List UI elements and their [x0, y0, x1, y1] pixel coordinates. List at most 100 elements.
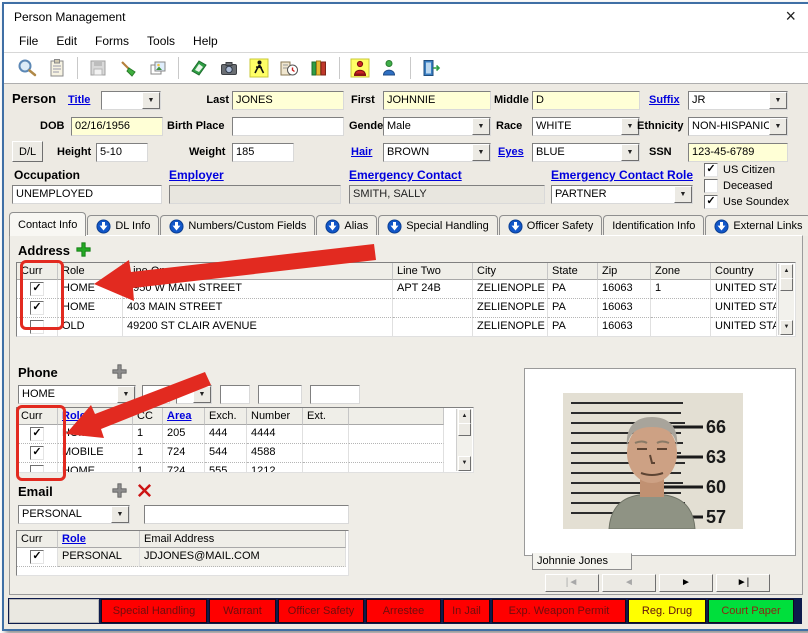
employer-field[interactable]: [169, 185, 341, 204]
table-cell[interactable]: 16063: [598, 280, 651, 299]
table-cell[interactable]: [651, 299, 711, 318]
suffix-select[interactable]: JR▼: [688, 91, 788, 110]
table-cell[interactable]: 3950 W MAIN STREET: [123, 280, 393, 299]
hair-select[interactable]: BROWN▼: [383, 143, 491, 162]
last-name-field[interactable]: JONES: [232, 91, 344, 110]
table-cell[interactable]: ZELIENOPLE: [473, 318, 548, 337]
table-cell[interactable]: [393, 318, 473, 337]
chevron-down-icon[interactable]: ▼: [117, 386, 135, 403]
row-checkbox[interactable]: ✓: [30, 282, 44, 296]
column-header-ext-[interactable]: Ext.: [303, 408, 349, 425]
emergency-contact-role-select[interactable]: PARTNER▼: [551, 185, 693, 204]
chevron-down-icon[interactable]: ▼: [621, 144, 639, 161]
tab-alias[interactable]: Alias: [316, 215, 377, 236]
employer-link[interactable]: Employer: [169, 168, 224, 182]
column-header-link[interactable]: Role: [62, 410, 86, 422]
column-header-curr[interactable]: Curr: [17, 531, 58, 548]
dob-field[interactable]: 02/16/1956: [71, 117, 163, 136]
pedestrian-icon[interactable]: [247, 56, 271, 80]
table-cell[interactable]: HOME: [58, 299, 123, 318]
table-cell[interactable]: 403 MAIN STREET: [123, 299, 393, 318]
phone-scrollbar[interactable]: ▲ ▼: [456, 409, 472, 471]
column-header-country[interactable]: Country: [711, 263, 777, 280]
tab-external-links[interactable]: External Links: [705, 215, 808, 236]
hair-link[interactable]: Hair: [351, 146, 372, 158]
dl-button[interactable]: D/L: [12, 141, 43, 162]
status-exp-weapon-permit[interactable]: Exp. Weapon Permit: [492, 599, 626, 623]
checkbox[interactable]: ✓: [704, 195, 718, 209]
column-header-link[interactable]: Area: [167, 410, 191, 422]
books-icon[interactable]: [307, 56, 331, 80]
column-header-role[interactable]: Role: [58, 263, 123, 280]
table-cell[interactable]: 724: [163, 444, 205, 463]
eyes-select[interactable]: BLUE▼: [532, 143, 640, 162]
birth-place-field[interactable]: [232, 117, 344, 136]
tab-special-handling[interactable]: Special Handling: [378, 215, 498, 236]
scroll-up-icon[interactable]: ▲: [458, 409, 471, 424]
table-cell[interactable]: APT 24B: [393, 280, 473, 299]
table-cell[interactable]: HOME: [58, 280, 123, 299]
tab-numbers-custom-fields[interactable]: Numbers/Custom Fields: [160, 215, 315, 236]
table-cell[interactable]: [303, 444, 349, 463]
booking-icon[interactable]: [348, 56, 372, 80]
row-checkbox[interactable]: ✓: [30, 446, 44, 460]
column-header-area[interactable]: Area: [163, 408, 205, 425]
table-cell[interactable]: MOBILE: [58, 444, 133, 463]
scroll-up-icon[interactable]: ▲: [780, 264, 793, 279]
table-cell[interactable]: 205: [163, 425, 205, 444]
report-icon[interactable]: [187, 56, 211, 80]
delete-email-button[interactable]: [136, 482, 153, 499]
menu-help[interactable]: Help: [184, 32, 227, 50]
column-header-zone[interactable]: Zone: [651, 263, 711, 280]
table-cell[interactable]: HOME: [58, 425, 133, 444]
table-cell[interactable]: UNITED STATES: [711, 299, 777, 318]
height-field[interactable]: 5-10: [96, 143, 148, 162]
column-header-curr[interactable]: Curr: [17, 263, 58, 280]
table-cell[interactable]: 16063: [598, 299, 651, 318]
photo-caption-tab[interactable]: Johnnie Jones: [532, 553, 632, 570]
phone-number-entry[interactable]: [258, 385, 302, 404]
column-header-state[interactable]: State: [548, 263, 598, 280]
column-header-role[interactable]: Role: [58, 531, 140, 548]
menu-tools[interactable]: Tools: [138, 32, 184, 50]
tab-dl-info[interactable]: DL Info: [87, 215, 159, 236]
row-checkbox[interactable]: ✓: [30, 550, 44, 564]
table-cell[interactable]: 1212: [247, 463, 303, 473]
scroll-thumb[interactable]: [780, 278, 793, 291]
table-cell[interactable]: 49200 ST CLAIR AVENUE: [123, 318, 393, 337]
scroll-down-icon[interactable]: ▼: [458, 456, 471, 471]
add-address-button[interactable]: [76, 242, 91, 257]
close-icon[interactable]: ×: [785, 7, 796, 25]
menu-file[interactable]: File: [10, 32, 47, 50]
camera-icon[interactable]: [217, 56, 241, 80]
chevron-down-icon[interactable]: ▼: [111, 506, 129, 523]
middle-name-field[interactable]: D: [532, 91, 640, 110]
column-header-curr[interactable]: Curr: [17, 408, 58, 425]
status-reg-drug[interactable]: Reg. Drug: [628, 599, 706, 623]
address-scrollbar[interactable]: ▲ ▼: [778, 264, 794, 335]
exit-door-icon[interactable]: [419, 56, 443, 80]
checkbox[interactable]: ✓: [704, 163, 718, 177]
table-cell[interactable]: 444: [205, 425, 247, 444]
ssn-field[interactable]: 123-45-6789: [688, 143, 788, 162]
email-role-select[interactable]: PERSONAL▼: [18, 505, 130, 524]
broom-icon[interactable]: [116, 56, 140, 80]
ethnicity-select[interactable]: NON-HISPANIC▼: [688, 117, 788, 136]
table-cell[interactable]: 724: [163, 463, 205, 473]
table-cell[interactable]: 16063: [598, 318, 651, 337]
clipboard-icon[interactable]: [45, 56, 69, 80]
status-in-jail[interactable]: In Jail: [443, 599, 490, 623]
table-cell[interactable]: PA: [548, 299, 598, 318]
column-header-email-address[interactable]: Email Address: [140, 531, 346, 548]
status-special-handling[interactable]: Special Handling: [101, 599, 207, 623]
email-address-entry[interactable]: [144, 505, 349, 524]
column-header-line-one[interactable]: Line One: [123, 263, 393, 280]
emergency-contact-role-link[interactable]: Emergency Contact Role: [551, 168, 693, 182]
title-select[interactable]: ▼: [101, 91, 161, 110]
table-cell[interactable]: PA: [548, 318, 598, 337]
tab-officer-safety[interactable]: Officer Safety: [499, 215, 602, 236]
table-cell[interactable]: 4588: [247, 444, 303, 463]
table-cell[interactable]: [393, 299, 473, 318]
table-cell[interactable]: PERSONAL: [58, 548, 140, 567]
tab-contact-info[interactable]: Contact Info: [9, 212, 86, 236]
